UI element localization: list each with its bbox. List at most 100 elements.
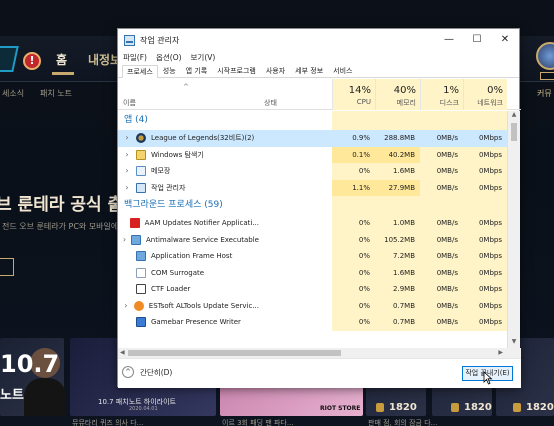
process-disk: 0MB/s — [420, 264, 463, 281]
riot-store-label: RIOT STORE — [320, 405, 361, 412]
process-memory: 288.8MB — [375, 130, 420, 147]
chevron-right-icon[interactable]: › — [122, 147, 132, 164]
banner-headline: 브 룬테라 공식 출 — [0, 195, 124, 215]
process-network: 0Mbps — [463, 130, 507, 147]
store-item-3-price: 1820 — [526, 402, 554, 413]
process-network: 0Mbps — [463, 297, 507, 314]
scroll-down-icon[interactable]: ▼ — [508, 338, 520, 348]
table-row[interactable]: AAM Updates Notifier Applicati... 0% 1.0… — [118, 215, 507, 232]
process-cpu: 0% — [332, 314, 375, 331]
footer: ^ 간단히(D) 작업 끝내기(E) — [118, 358, 521, 388]
menu-file[interactable]: 파일(F) — [123, 51, 147, 64]
alert-icon[interactable]: ! — [23, 52, 41, 70]
task-manager-icon — [136, 182, 146, 193]
fewer-details-button[interactable]: ^ 간단히(D) — [122, 366, 172, 378]
scroll-left-icon[interactable]: ◀ — [120, 348, 125, 358]
tab-performance[interactable]: 성능 — [158, 64, 181, 77]
menu-options[interactable]: 옵션(O) — [156, 51, 182, 64]
process-disk: 0MB/s — [420, 314, 463, 331]
column-status[interactable]: 상태 — [259, 79, 332, 110]
menu-view[interactable]: 보기(V) — [191, 51, 216, 64]
process-name: Antimalware Service Executable — [145, 235, 259, 244]
menu-bar: 파일(F) 옵션(O) 보기(V) — [118, 51, 519, 64]
process-cpu: 1.1% — [332, 179, 375, 196]
fewer-details-label: 간단히(D) — [140, 367, 173, 377]
table-row[interactable]: Application Frame Host 0% 7.2MB 0MB/s 0M… — [118, 248, 507, 265]
section-background-processes[interactable]: 백그라운드 프로세스 (59) — [118, 196, 507, 215]
chevron-right-icon[interactable]: › — [122, 180, 132, 197]
process-disk: 0MB/s — [420, 297, 463, 314]
process-name: League of Legends(32비트)(2) — [151, 134, 255, 142]
promo-patch-number: 10.7 — [0, 350, 60, 378]
tab-startup[interactable]: 시작프로그램 — [212, 64, 261, 77]
process-cpu: 0% — [332, 264, 375, 281]
table-row[interactable]: COM Surrogate 0% 1.6MB 0MB/s 0Mbps — [118, 264, 507, 281]
process-network: 0Mbps — [463, 215, 507, 232]
table-row[interactable]: › Windows 탐색기 0.1% 40.2MB 0MB/s 0Mbps — [118, 146, 507, 164]
tab-services[interactable]: 서비스 — [328, 64, 357, 77]
rp-coin-icon — [376, 403, 384, 412]
process-network: 0Mbps — [463, 248, 507, 265]
nav-community[interactable]: 커뮤 — [537, 88, 552, 99]
column-network[interactable]: 0% 네트워크 — [463, 79, 507, 110]
tab-app-history[interactable]: 앱 기록 — [181, 64, 213, 77]
process-cpu: 0% — [332, 248, 375, 265]
scroll-up-icon[interactable]: ▲ — [508, 111, 520, 121]
adobe-icon — [129, 218, 140, 229]
tab-processes[interactable]: 프로세스 — [122, 65, 158, 78]
tab-users[interactable]: 사용자 — [261, 64, 290, 77]
minimize-button[interactable]: — — [435, 29, 463, 51]
table-row[interactable]: › League of Legends(32비트)(2) 0.9% 288.8MB… — [118, 130, 507, 147]
chevron-right-icon[interactable]: › — [122, 130, 132, 147]
scroll-right-icon[interactable]: ▶ — [498, 348, 503, 358]
close-button[interactable]: ✕ — [491, 29, 519, 51]
process-network: 0Mbps — [463, 146, 507, 163]
process-name: COM Surrogate — [151, 268, 205, 277]
vertical-scroll-thumb[interactable] — [511, 123, 517, 141]
vertical-scrollbar[interactable]: ▲ ▼ — [507, 111, 520, 348]
process-name: Gamebar Presence Writer — [151, 318, 241, 326]
column-cpu[interactable]: 14% CPU — [332, 79, 375, 110]
tab-details[interactable]: 세부 정보 — [290, 64, 328, 77]
rp-coin-icon — [451, 403, 459, 412]
chevron-right-icon[interactable]: › — [122, 232, 127, 249]
subnav-patch-notes[interactable]: 패치 노트 — [40, 88, 72, 99]
process-disk: 0MB/s — [420, 146, 463, 163]
process-disk: 0MB/s — [420, 281, 463, 298]
process-name: CTF Loader — [151, 285, 191, 293]
process-cpu: 0% — [332, 215, 375, 232]
table-row[interactable]: › 메모장 0% 1.6MB 0MB/s 0Mbps — [118, 163, 507, 180]
tab-bar: 프로세스 성능 앱 기록 시작프로그램 사용자 세부 정보 서비스 — [118, 64, 519, 78]
table-row[interactable]: › Antimalware Service Executable 0% 105.2… — [118, 231, 507, 249]
table-row[interactable]: CTF Loader 0% 2.9MB 0MB/s 0Mbps — [118, 281, 507, 298]
table-row[interactable]: Gamebar Presence Writer 0% 0.7MB 0MB/s 0… — [118, 314, 507, 331]
network-total: 0% — [487, 85, 503, 96]
nav-home[interactable]: 홈 — [56, 51, 67, 68]
subnav-news[interactable]: 세소식 — [2, 88, 24, 99]
sort-up-icon: ^ — [183, 83, 189, 91]
explorer-icon — [136, 149, 146, 160]
column-disk[interactable]: 1% 디스크 — [420, 79, 463, 110]
process-disk: 0MB/s — [420, 130, 463, 147]
window-title: 작업 관리자 — [140, 35, 180, 45]
rp-coin-icon — [513, 403, 521, 412]
column-memory[interactable]: 40% 메모리 — [375, 79, 420, 110]
window-controls: — ☐ ✕ — [435, 29, 519, 51]
section-apps[interactable]: 앱 (4) — [118, 111, 507, 130]
horizontal-scroll-thumb[interactable] — [128, 350, 341, 356]
notepad-icon — [136, 166, 146, 177]
chevron-right-icon[interactable]: › — [122, 163, 132, 180]
process-cpu: 0.1% — [332, 146, 375, 163]
process-memory: 27.9MB — [375, 179, 420, 196]
column-name[interactable]: ^ 이름 — [118, 79, 259, 110]
banner-button[interactable] — [0, 258, 14, 276]
maximize-button[interactable]: ☐ — [463, 29, 491, 51]
table-row[interactable]: › 작업 관리자 1.1% 27.9MB 0MB/s 0Mbps — [118, 179, 507, 197]
bottom-caption-2: 이르 3회 패딩 팬 파다... — [222, 419, 294, 426]
estsoft-icon — [133, 300, 144, 311]
process-disk: 0MB/s — [420, 215, 463, 232]
chevron-right-icon[interactable]: › — [122, 298, 130, 315]
horizontal-scrollbar[interactable]: ◀ ▶ — [118, 348, 521, 358]
table-row[interactable]: › ESTsoft ALTools Update Servic... 0% 0.7… — [118, 297, 507, 315]
process-disk: 0MB/s — [420, 179, 463, 196]
